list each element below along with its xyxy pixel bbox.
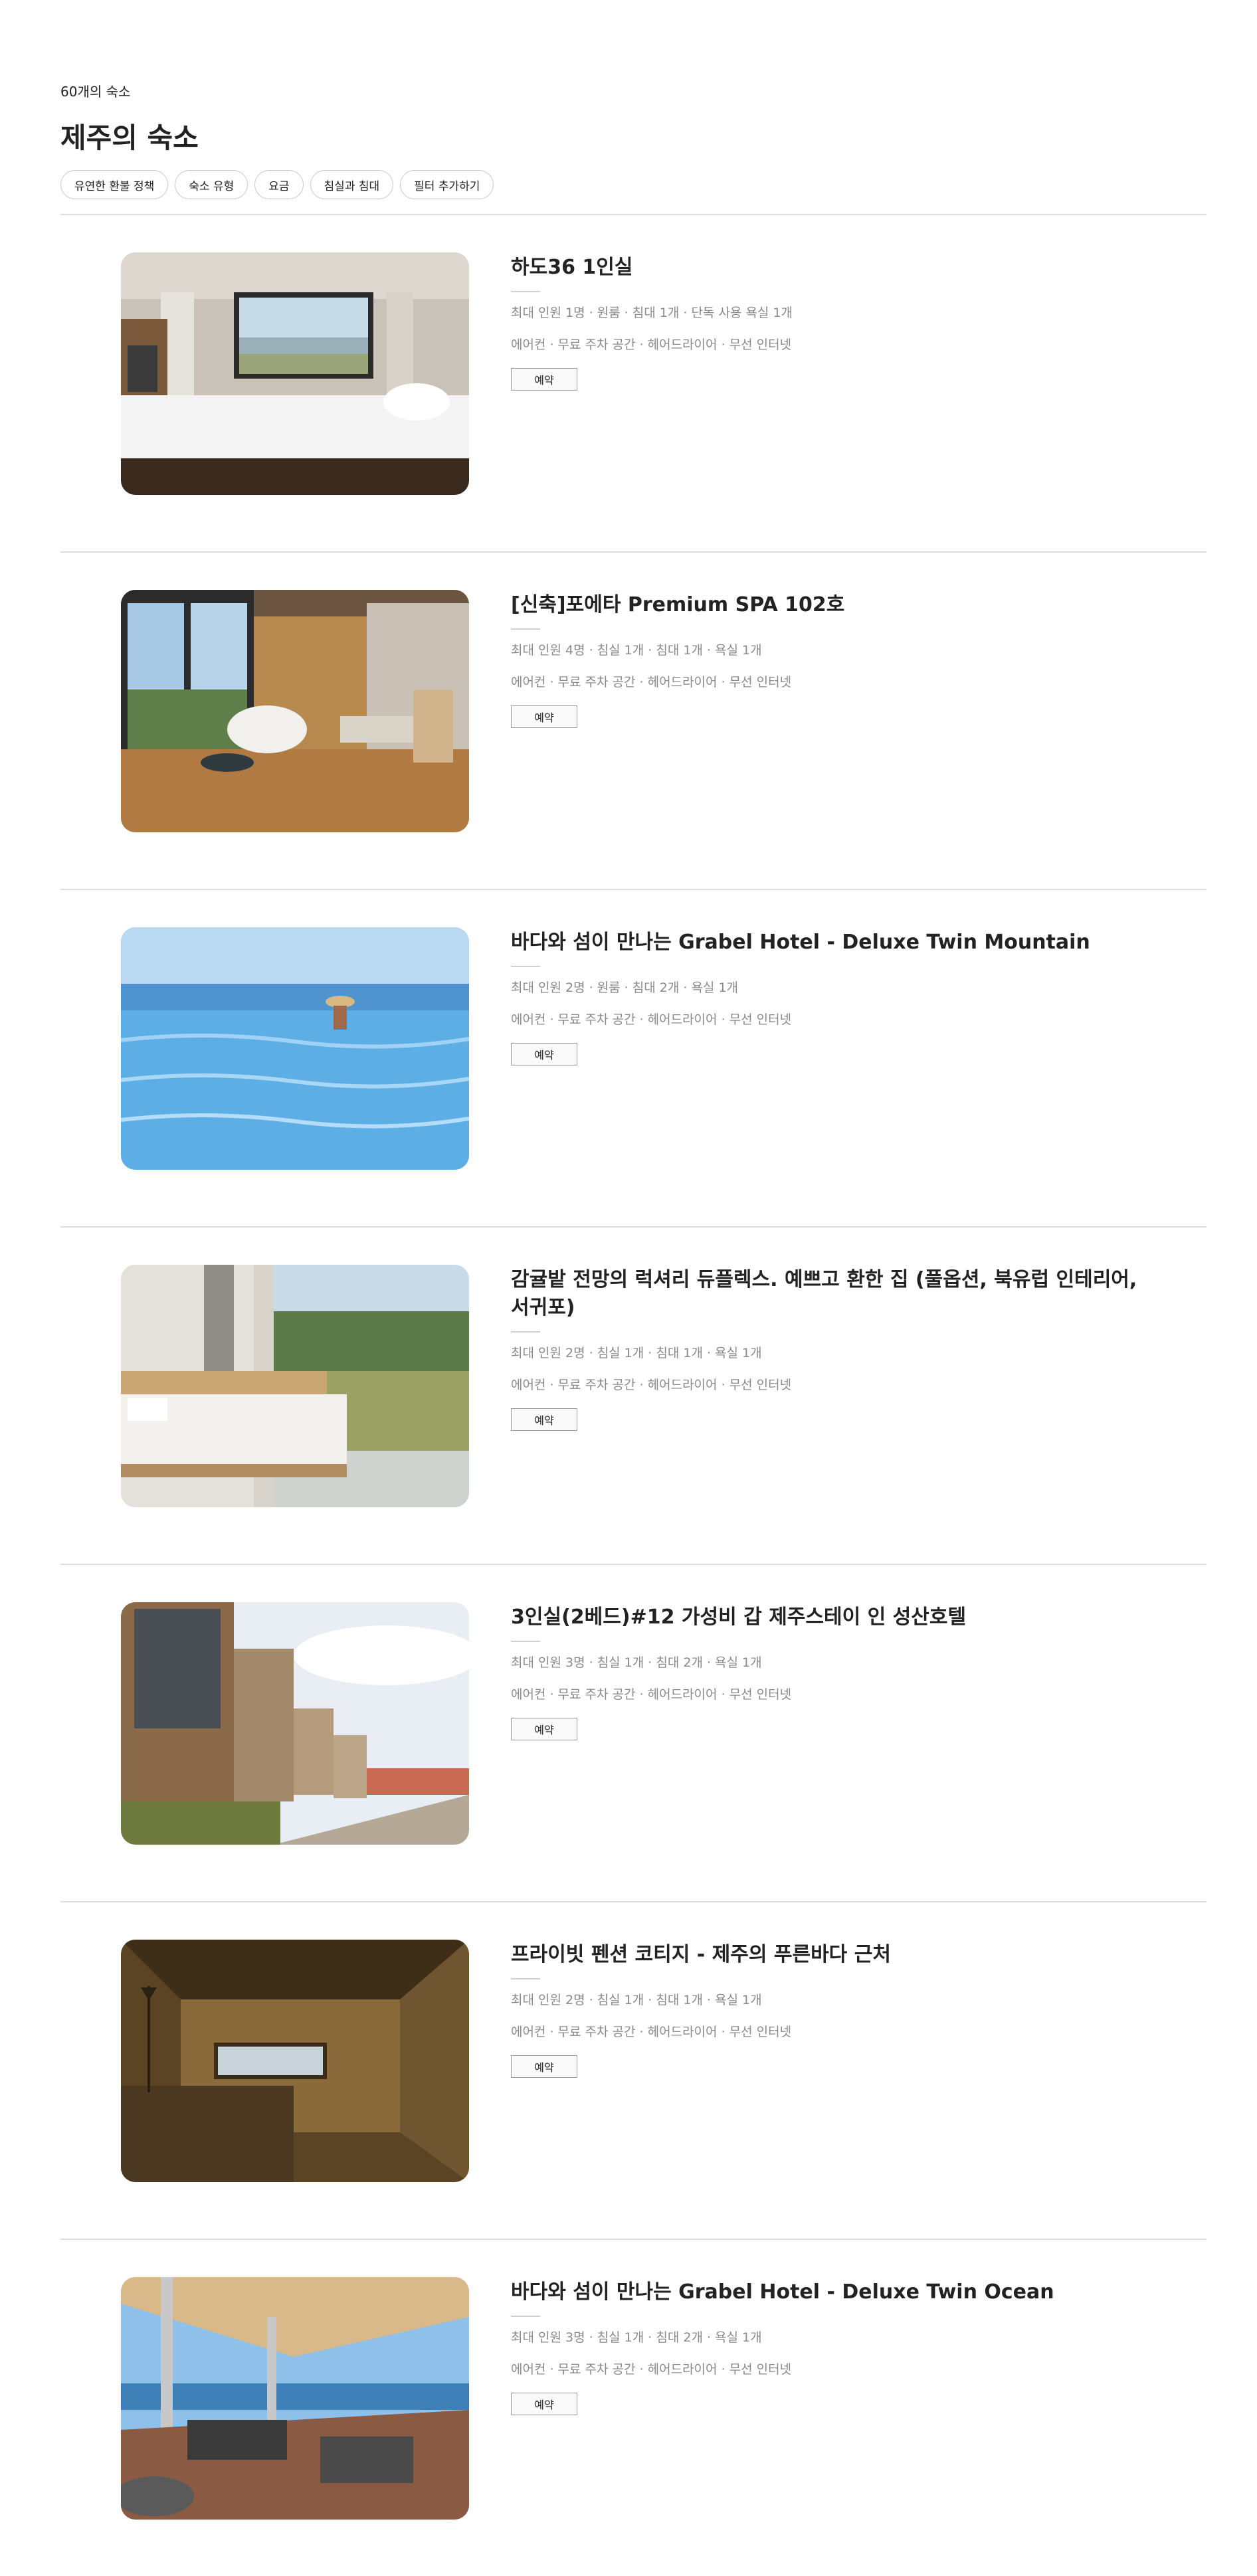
listing-card: 바다와 섬이 만나는 Grabel Hotel - Deluxe Twin Mo… <box>60 890 1207 1226</box>
title-underline <box>511 1978 540 1979</box>
listing-name[interactable]: 3인실(2베드)#12 가성비 갑 제주스테이 인 성산호텔 <box>511 1604 1149 1631</box>
reserve-button[interactable]: 예약 <box>511 1408 577 1431</box>
listing-info: 3인실(2베드)#12 가성비 갑 제주스테이 인 성산호텔 최대 인원 3명 … <box>511 1604 1149 1740</box>
listing-details: 최대 인원 4명 · 침실 1개 · 침대 1개 · 욕실 1개 <box>511 643 762 658</box>
listing-card: 바다와 섬이 만나는 Grabel Hotel - Deluxe Twin Oc… <box>60 2240 1207 2576</box>
listing-info: 하도36 1인실 최대 인원 1명 · 원룸 · 침대 1개 · 단독 사용 욕… <box>511 254 1149 391</box>
reserve-button[interactable]: 예약 <box>511 368 577 391</box>
listing-details: 최대 인원 2명 · 침실 1개 · 침대 1개 · 욕실 1개 <box>511 1346 762 1360</box>
listing-details: 최대 인원 1명 · 원룸 · 침대 1개 · 단독 사용 욕실 1개 <box>511 306 793 320</box>
title-underline <box>511 1331 540 1333</box>
page-title: 제주의 숙소 <box>60 122 199 154</box>
title-underline <box>511 966 540 967</box>
listing-amenities: 에어컨 · 무료 주차 공간 · 헤어드라이어 · 무선 인터넷 <box>511 1012 792 1027</box>
filter-property-type[interactable]: 숙소 유형 <box>175 170 248 199</box>
reserve-button[interactable]: 예약 <box>511 705 577 728</box>
listing-info: [신축]포에타 Premium SPA 102호 최대 인원 4명 · 침실 1… <box>511 591 1149 728</box>
listing-photo[interactable] <box>121 2277 469 2520</box>
title-underline <box>511 1641 540 1642</box>
title-underline <box>511 2316 540 2317</box>
listing-details: 최대 인원 2명 · 침실 1개 · 침대 1개 · 욕실 1개 <box>511 1993 762 2007</box>
listing-name[interactable]: 바다와 섬이 만나는 Grabel Hotel - Deluxe Twin Mo… <box>511 929 1149 957</box>
reserve-button[interactable]: 예약 <box>511 2393 577 2415</box>
listing-name[interactable]: 하도36 1인실 <box>511 254 1149 282</box>
listing-card: 감귤밭 전망의 럭셔리 듀플렉스. 예쁘고 환한 집 (풀옵션, 북유럽 인테리… <box>60 1228 1207 1564</box>
listing-details: 최대 인원 2명 · 원룸 · 침대 2개 · 욕실 1개 <box>511 980 739 995</box>
title-underline <box>511 291 540 292</box>
listing-photo[interactable] <box>121 1265 469 1507</box>
listing-info: 바다와 섬이 만나는 Grabel Hotel - Deluxe Twin Oc… <box>511 2278 1149 2415</box>
room-photo-image <box>121 252 469 495</box>
filter-flexible-refund[interactable]: 유연한 환불 정책 <box>60 170 169 199</box>
listing-amenities: 에어컨 · 무료 주차 공간 · 헤어드라이어 · 무선 인터넷 <box>511 2025 792 2039</box>
room-photo-image <box>121 1265 469 1507</box>
filter-rooms-beds[interactable]: 침실과 침대 <box>310 170 394 199</box>
listing-amenities: 에어컨 · 무료 주차 공간 · 헤어드라이어 · 무선 인터넷 <box>511 675 792 690</box>
listing-name[interactable]: 바다와 섬이 만나는 Grabel Hotel - Deluxe Twin Oc… <box>511 2278 1149 2306</box>
reserve-button[interactable]: 예약 <box>511 1043 577 1065</box>
listing-photo[interactable] <box>121 1602 469 1845</box>
pool-photo-image <box>121 927 469 1170</box>
reserve-button[interactable]: 예약 <box>511 2055 577 2078</box>
listing-amenities: 에어컨 · 무료 주차 공간 · 헤어드라이어 · 무선 인터넷 <box>511 337 792 352</box>
listing-card: 하도36 1인실 최대 인원 1명 · 원룸 · 침대 1개 · 단독 사용 욕… <box>60 215 1207 551</box>
listing-name[interactable]: 프라이빗 펜션 코티지 - 제주의 푸른바다 근처 <box>511 1941 1149 1969</box>
hotel-exterior-image <box>121 1602 469 1845</box>
listing-info: 감귤밭 전망의 럭셔리 듀플렉스. 예쁘고 환한 집 (풀옵션, 북유럽 인테리… <box>511 1266 1149 1431</box>
listing-info: 바다와 섬이 만나는 Grabel Hotel - Deluxe Twin Mo… <box>511 929 1149 1065</box>
listing-info: 프라이빗 펜션 코티지 - 제주의 푸른바다 근처 최대 인원 2명 · 침실 … <box>511 1941 1149 2078</box>
listing-photo[interactable] <box>121 252 469 495</box>
room-photo-image <box>121 1940 469 2182</box>
listing-photo[interactable] <box>121 927 469 1170</box>
listing-card: 3인실(2베드)#12 가성비 갑 제주스테이 인 성산호텔 최대 인원 3명 … <box>60 1565 1207 1901</box>
title-underline <box>511 628 540 630</box>
filter-bar: 유연한 환불 정책 숙소 유형 요금 침실과 침대 필터 추가하기 <box>60 170 494 199</box>
listing-details: 최대 인원 3명 · 침실 1개 · 침대 2개 · 욕실 1개 <box>511 1655 762 1670</box>
listing-amenities: 에어컨 · 무료 주차 공간 · 헤어드라이어 · 무선 인터넷 <box>511 1687 792 1702</box>
listing-amenities: 에어컨 · 무료 주차 공간 · 헤어드라이어 · 무선 인터넷 <box>511 1378 792 1392</box>
listing-name[interactable]: [신축]포에타 Premium SPA 102호 <box>511 591 1149 619</box>
listing-photo[interactable] <box>121 1940 469 2182</box>
filter-price[interactable]: 요금 <box>254 170 304 199</box>
listing-details: 최대 인원 3명 · 침실 1개 · 침대 2개 · 욕실 1개 <box>511 2330 762 2345</box>
reserve-button[interactable]: 예약 <box>511 1718 577 1740</box>
room-photo-image <box>121 590 469 832</box>
filter-more[interactable]: 필터 추가하기 <box>400 170 494 199</box>
listing-amenities: 에어컨 · 무료 주차 공간 · 헤어드라이어 · 무선 인터넷 <box>511 2362 792 2377</box>
result-count: 60개의 숙소 <box>60 84 131 100</box>
listing-name[interactable]: 감귤밭 전망의 럭셔리 듀플렉스. 예쁘고 환한 집 (풀옵션, 북유럽 인테리… <box>511 1266 1149 1322</box>
listing-card: 프라이빗 펜션 코티지 - 제주의 푸른바다 근처 최대 인원 2명 · 침실 … <box>60 1902 1207 2239</box>
terrace-photo-image <box>121 2277 469 2520</box>
listing-photo[interactable] <box>121 590 469 832</box>
listing-card: [신축]포에타 Premium SPA 102호 최대 인원 4명 · 침실 1… <box>60 553 1207 889</box>
